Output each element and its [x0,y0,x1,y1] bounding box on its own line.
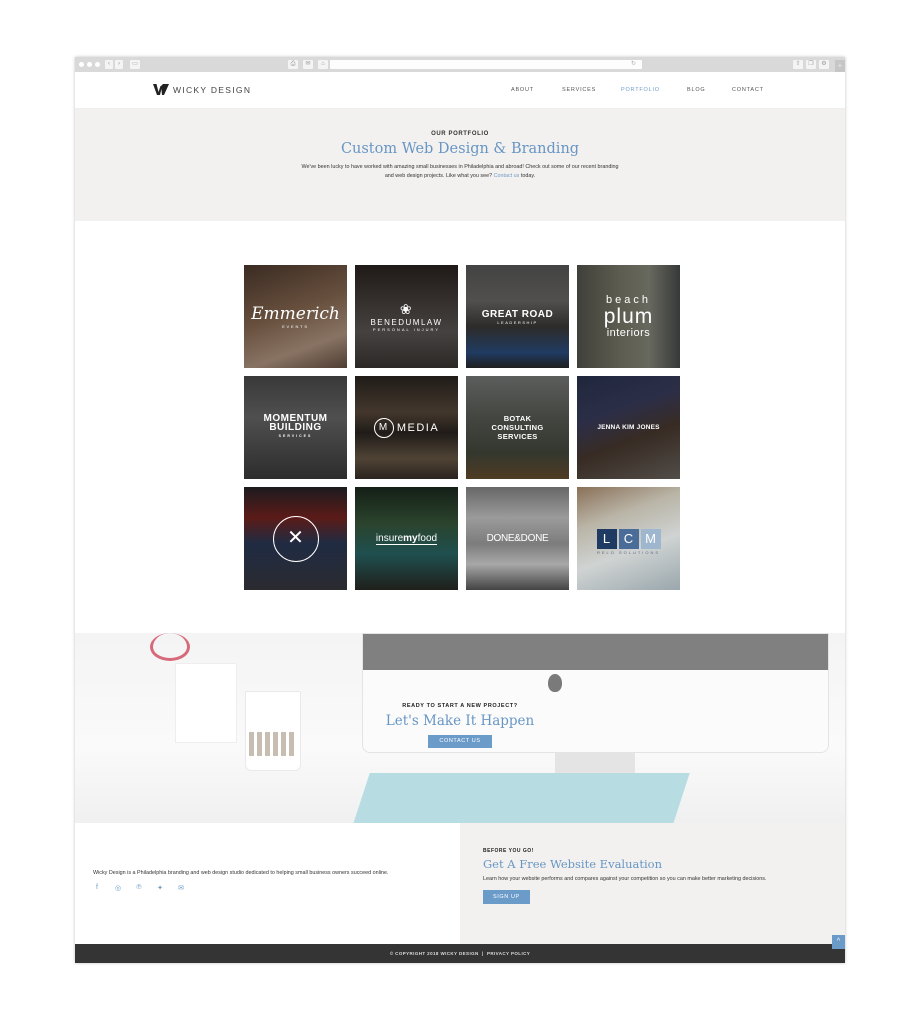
site-footer: Wicky Design is a Philadelphia branding … [75,823,845,944]
pinterest-icon[interactable]: ℗ [135,884,143,892]
portfolio-tile-emmerich[interactable]: Emmerich EVENTS [244,265,347,368]
portfolio-section: Emmerich EVENTS ❀ BENEDUMLAW PERSONAL INJUR… [75,221,845,633]
privacy-policy-link[interactable]: PRIVACY POLICY [487,951,530,956]
scissors-decor [150,633,190,661]
contact-us-link[interactable]: Contact us [494,173,520,179]
contact-us-button[interactable]: CONTACT US [428,735,492,748]
maximize-window-button[interactable] [95,62,100,67]
evaluation-text: Learn how your website performs and comp… [483,876,767,882]
mail-icon[interactable]: ✉ [303,60,313,69]
tile-logo: MOMENTUM BUILDING SERVICES [263,413,328,439]
minimize-window-button[interactable] [87,62,92,67]
back-to-top-button[interactable]: ^ [832,935,845,949]
clover-icon: ❀ [399,301,414,317]
evaluation-eyebrow: BEFORE YOU GO! [483,848,534,854]
tile-logo: M MEDIA [373,417,439,438]
nav-about[interactable]: ABOUT [511,87,562,93]
home-icon[interactable]: ⌂ [318,60,328,69]
facebook-icon[interactable]: f [93,884,101,892]
portfolio-tile-momentum[interactable]: MOMENTUM BUILDING SERVICES [244,376,347,479]
footer-evaluation: BEFORE YOU GO! Get A Free Website Evalua… [460,823,845,944]
copyright-bar: © COPYRIGHT 2018 WICKY DESIGN | PRIVACY … [75,944,845,963]
portfolio-tile-media[interactable]: M MEDIA [355,376,458,479]
share-icon[interactable]: ⇧ [793,60,803,69]
tile-logo: GREAT ROAD LEADERSHIP [481,308,554,325]
about-text: Wicky Design is a Philadelphia branding … [93,870,389,876]
tile-sub: RELO SOLUTIONS [596,550,661,555]
close-window-button[interactable] [79,62,84,67]
hero-description: We've been lucky to have worked with ama… [300,163,620,181]
logo[interactable]: WICKY DESIGN [153,84,251,95]
portfolio-hero: OUR PORTFOLIO Custom Web Design & Brandi… [75,109,845,221]
nav-contact[interactable]: CONTACT [732,87,772,93]
tile-logo: insuremyfood [375,532,438,545]
portfolio-tile-benedum-law[interactable]: ❀ BENEDUMLAW PERSONAL INJURY [355,265,458,368]
twitter-icon[interactable]: ✦ [156,884,164,892]
print-icon[interactable]: ⎙ [288,60,298,69]
portfolio-tile-great-road[interactable]: GREAT ROAD LEADERSHIP [466,265,569,368]
site-header: WICKY DESIGN ABOUT SERVICES PORTFOLIO BL… [75,72,845,109]
nav-portfolio[interactable]: PORTFOLIO [621,87,687,93]
browser-chrome: ‹ › ▭ ⎙ ✉ ⌂ ↻ ⇧ ❐ ⚙ + [75,57,845,72]
cta-eyebrow: READY TO START A NEW PROJECT? [402,703,518,709]
hero-text: We've been lucky to have worked with ama… [301,164,619,179]
reload-icon[interactable]: ↻ [631,60,636,69]
main-nav: ABOUT SERVICES PORTFOLIO BLOG CONTACT [511,87,772,93]
nav-blog[interactable]: BLOG [687,87,732,93]
cta-content: READY TO START A NEW PROJECT? Let's Make… [75,703,845,748]
page-title: Custom Web Design & Branding [340,141,580,157]
portfolio-tile-insuremyfood[interactable]: insuremyfood [355,487,458,590]
address-bar[interactable]: ↻ [330,60,642,69]
tile-logo: JENNA KIM JONES [597,424,660,431]
hero-eyebrow: OUR PORTFOLIO [431,131,489,137]
evaluation-title: Get A Free Website Evaluation [483,857,663,871]
browser-window: ‹ › ▭ ⎙ ✉ ⌂ ↻ ⇧ ❐ ⚙ + WICKY DESIGN ABOUT… [75,57,845,963]
cta-title: Let's Make It Happen [385,713,535,729]
hero-text-end: today. [519,173,536,179]
chevron-right-icon[interactable]: › [115,60,123,69]
sign-up-button[interactable]: SIGN UP [483,890,530,904]
logo-mark-icon [153,84,169,95]
tile-logo: Emmerich EVENTS [251,304,340,329]
tabs-icon[interactable]: ❐ [806,60,816,69]
footer-about: Wicky Design is a Philadelphia branding … [75,823,460,944]
portfolio-tile-lcm[interactable]: L C M RELO SOLUTIONS [577,487,680,590]
portfolio-tile-done-and-done[interactable]: DONE&DONE [466,487,569,590]
social-links: f ◎ ℗ ✦ ✉ [93,884,460,892]
apple-logo-icon [548,674,562,692]
notebook-decor [350,773,690,823]
tile-logo: DONE&DONE [486,533,549,544]
window-controls [79,62,100,67]
portfolio-tile-botak[interactable]: BOTAK CONSULTING SERVICES [466,376,569,479]
squash-rackets-icon: ✕ [272,515,319,562]
instagram-icon[interactable]: ◎ [114,884,122,892]
chevron-left-icon[interactable]: ‹ [105,60,113,69]
settings-icon[interactable]: ⚙ [819,60,829,69]
brand-name: WICKY DESIGN [173,84,252,95]
portfolio-grid: Emmerich EVENTS ❀ BENEDUMLAW PERSONAL INJUR… [244,265,680,590]
copyright-text: © COPYRIGHT 2018 WICKY DESIGN [389,951,479,956]
cta-band: READY TO START A NEW PROJECT? Let's Make… [75,633,845,823]
tile-logo: ❀ BENEDUMLAW PERSONAL INJURY [370,301,443,332]
tile-logo: beach plum interiors [603,293,654,339]
email-icon[interactable]: ✉ [177,884,185,892]
sidebar-icon[interactable]: ▭ [130,60,140,69]
separator: | [481,951,484,956]
portfolio-tile-beach-plum[interactable]: beach plum interiors [577,265,680,368]
new-tab-button[interactable]: + [835,60,845,72]
nav-services[interactable]: SERVICES [562,87,621,93]
tile-logo: L C M [596,528,661,549]
portfolio-tile-squash[interactable]: ✕ [244,487,347,590]
portfolio-tile-jenna-kim-jones[interactable]: JENNA KIM JONES [577,376,680,479]
tile-logo: BOTAK CONSULTING SERVICES [491,414,544,441]
media-mark-icon: M [373,417,394,438]
